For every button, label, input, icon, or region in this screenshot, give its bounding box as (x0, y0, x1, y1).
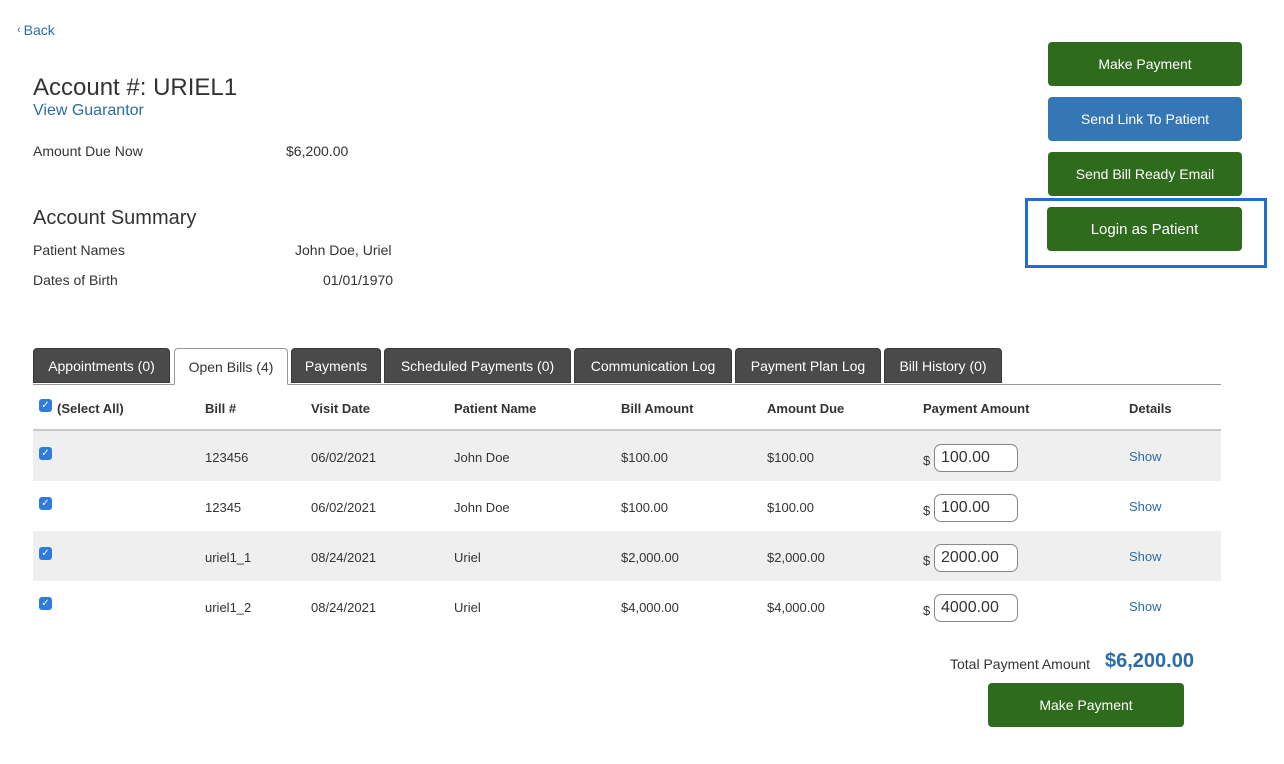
currency-symbol: $ (923, 603, 931, 618)
send-bill-email-button[interactable]: Send Bill Ready Email (1048, 152, 1242, 196)
col-patient-name: Patient Name (454, 401, 537, 416)
payment-amount-input[interactable] (934, 444, 1018, 472)
make-payment-button[interactable]: Make Payment (1048, 42, 1242, 86)
patient-name: John Doe (454, 450, 510, 465)
amount-due-label: Amount Due Now (33, 143, 143, 159)
account-page: ‹ Back Account #: URIEL1 View Guarantor … (0, 0, 1284, 764)
visit-date: 08/24/2021 (311, 600, 377, 615)
table-header: ✓ (Select All) Bill # Visit Date Patient… (33, 385, 1221, 431)
select-all-checkbox[interactable]: ✓ (39, 399, 52, 412)
row-checkbox[interactable]: ✓ (39, 547, 52, 560)
currency-symbol: $ (923, 453, 931, 468)
payment-amount-input[interactable] (934, 544, 1018, 572)
col-visit-date: Visit Date (311, 401, 371, 416)
dob-value: 01/01/1970 (323, 272, 394, 288)
bill-amount: $4,000.00 (621, 600, 679, 615)
tab-open-bills[interactable]: Open Bills (4) (174, 348, 288, 385)
amount-due: $4,000.00 (767, 600, 825, 615)
chevron-left-icon: ‹ (17, 24, 21, 36)
login-as-patient-button[interactable]: Login as Patient (1047, 207, 1242, 251)
table-row: ✓ uriel1_2 08/24/2021 Uriel $4,000.00 $4… (33, 581, 1221, 631)
tab-scheduled-payments[interactable]: Scheduled Payments (0) (384, 348, 571, 383)
table-row: ✓ 123456 06/02/2021 John Doe $100.00 $10… (33, 431, 1221, 481)
amount-due-value: $6,200.00 (286, 143, 349, 159)
visit-date: 08/24/2021 (311, 550, 377, 565)
row-checkbox[interactable]: ✓ (39, 597, 52, 610)
visit-date: 06/02/2021 (311, 450, 377, 465)
col-details: Details (1129, 401, 1172, 416)
table-row: ✓ uriel1_1 08/24/2021 Uriel $2,000.00 $2… (33, 531, 1221, 581)
tab-bill-history[interactable]: Bill History (0) (884, 348, 1002, 383)
currency-symbol: $ (923, 553, 931, 568)
payment-amount-input[interactable] (934, 594, 1018, 622)
select-all-label: (Select All) (57, 401, 124, 416)
patient-name: Uriel (454, 550, 481, 565)
open-bills-table: ✓ (Select All) Bill # Visit Date Patient… (33, 385, 1221, 631)
tab-appointments[interactable]: Appointments (0) (33, 348, 170, 383)
col-payment-amount: Payment Amount (923, 401, 1030, 416)
show-details-link[interactable]: Show (1129, 549, 1162, 564)
tab-payment-plan-log[interactable]: Payment Plan Log (735, 348, 881, 383)
bill-amount: $100.00 (621, 500, 668, 515)
back-link[interactable]: ‹ Back (17, 22, 55, 38)
account-title: Account #: URIEL1 (33, 74, 238, 101)
amount-due: $2,000.00 (767, 550, 825, 565)
bill-amount: $2,000.00 (621, 550, 679, 565)
bottom-make-payment-button[interactable]: Make Payment (988, 683, 1184, 727)
bill-number: 123456 (205, 450, 249, 465)
row-checkbox[interactable]: ✓ (39, 447, 52, 460)
tab-bar: Appointments (0) Open Bills (4) Payments… (33, 348, 1221, 385)
account-summary-title: Account Summary (33, 207, 197, 229)
amount-due: $100.00 (767, 500, 814, 515)
col-bill-amount: Bill Amount (621, 401, 694, 416)
amount-due: $100.00 (767, 450, 814, 465)
total-payment-label: Total Payment Amount (950, 656, 1091, 672)
bill-number: 12345 (205, 500, 242, 515)
view-guarantor-link[interactable]: View Guarantor (33, 102, 144, 120)
currency-symbol: $ (923, 503, 931, 518)
patient-name: John Doe (454, 500, 510, 515)
back-label: Back (23, 22, 55, 38)
patient-names-label: Patient Names (33, 242, 125, 258)
col-amount-due: Amount Due (767, 401, 845, 416)
bill-number: uriel1_1 (205, 550, 252, 565)
patient-names-value: John Doe, Uriel (295, 242, 392, 258)
send-link-button[interactable]: Send Link To Patient (1048, 97, 1242, 141)
tab-communication-log[interactable]: Communication Log (574, 348, 732, 383)
show-details-link[interactable]: Show (1129, 449, 1162, 464)
show-details-link[interactable]: Show (1129, 599, 1162, 614)
row-checkbox[interactable]: ✓ (39, 497, 52, 510)
patient-name: Uriel (454, 600, 481, 615)
show-details-link[interactable]: Show (1129, 499, 1162, 514)
bill-amount: $100.00 (621, 450, 668, 465)
col-bill: Bill # (205, 401, 237, 416)
payment-amount-input[interactable] (934, 494, 1018, 522)
table-row: ✓ 12345 06/02/2021 John Doe $100.00 $100… (33, 481, 1221, 531)
visit-date: 06/02/2021 (311, 500, 377, 515)
total-payment-value: $6,200.00 (1105, 650, 1194, 672)
bill-number: uriel1_2 (205, 600, 252, 615)
dob-label: Dates of Birth (33, 272, 118, 288)
tab-payments[interactable]: Payments (291, 348, 381, 383)
